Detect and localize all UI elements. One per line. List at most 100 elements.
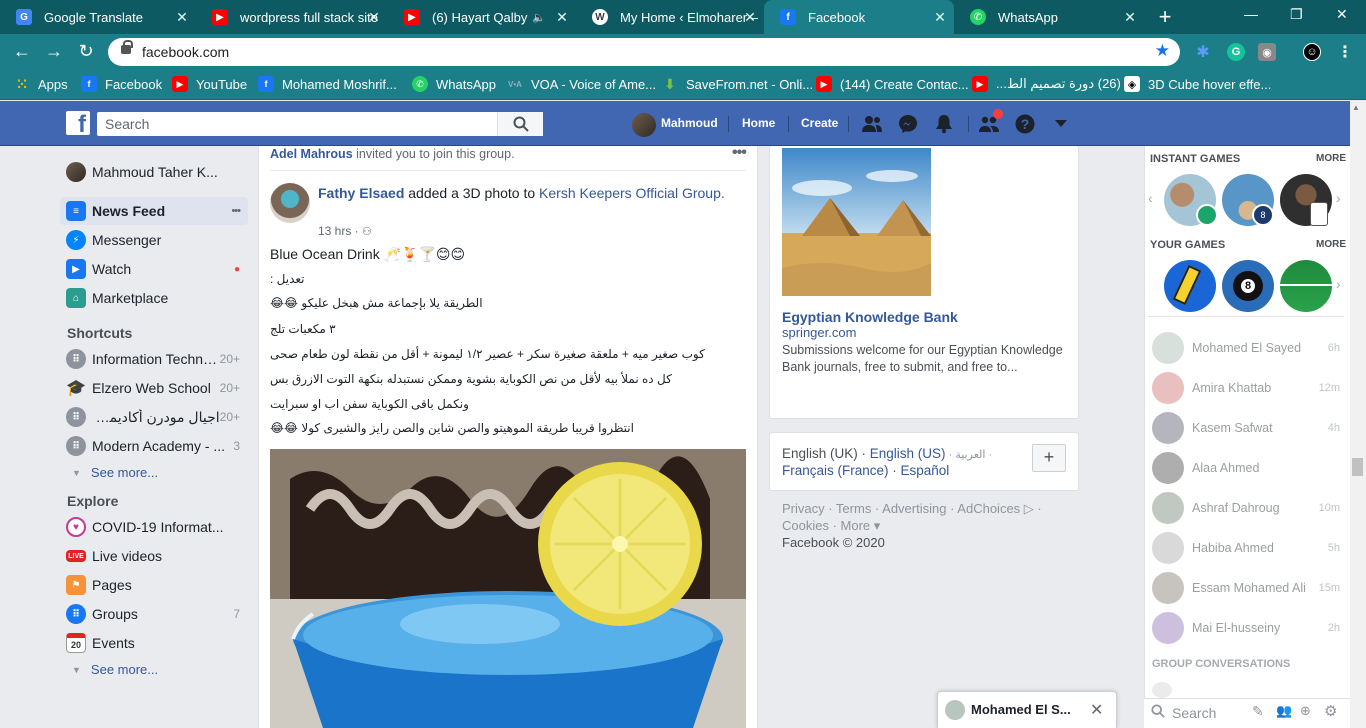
explore-pages[interactable]: ⚑ Pages [60,571,248,599]
contact-row[interactable]: Habiba Ahmed 5h [1152,530,1340,566]
footer-links-2[interactable]: Cookies · More ▾ [782,518,880,534]
scrollbar-thumb[interactable] [1352,458,1363,476]
sidebar-item-watch[interactable]: ▶ Watch ● [60,255,248,283]
bookmark-create-contact[interactable]: ▶ (144) Create Contac... [816,76,969,92]
help-icon[interactable]: ? [1014,113,1036,135]
post-options-icon[interactable]: ••• [732,144,747,162]
your-game-soccer[interactable] [1280,260,1332,312]
see-more-explore[interactable]: ▼ See more... [72,662,158,677]
speaker-icon[interactable]: 🔈 [532,11,546,24]
reload-button[interactable]: ↻ [76,41,96,62]
tab-google-translate[interactable]: G Google Translate ✕ [0,0,196,34]
see-more-shortcuts[interactable]: ▼ See more... [72,465,158,480]
tab-my-home[interactable]: W My Home ‹ Elmoharer – ✕ [576,0,764,34]
close-window-button[interactable]: ✕ [1336,6,1348,23]
close-icon[interactable]: ✕ [174,9,190,26]
bookmark-apps[interactable]: ⁙ Apps [14,76,68,92]
group-conversation-avatar[interactable] [1152,682,1172,698]
new-tab-button[interactable]: + [1154,4,1176,30]
shortcut-modern-academy[interactable]: ⠿ Modern Academy - ... 3 [60,432,248,460]
shortcut-agyal-modern-academy[interactable]: ⠿ اجيال مودرن أكاديمي - s... 20+ [60,403,248,431]
contact-row[interactable]: Essam Mohamed Ali 15m [1152,570,1340,606]
page-scrollbar[interactable] [1350,101,1366,728]
explore-events[interactable]: 20 Events [60,629,248,657]
shortcut-information-technology[interactable]: ⠿ Information Techno... 20+ [60,345,248,373]
scroll-up-arrow-icon[interactable]: ▲ [1352,103,1360,112]
tab-wordpress[interactable]: ▶ wordpress full stack site ✕ [196,0,388,34]
shortcut-elzero-web-school[interactable]: 🎓 Elzero Web School 20+ [60,374,248,402]
address-bar[interactable]: facebook.com ★ [108,38,1180,66]
add-language-button[interactable]: + [1032,444,1066,472]
facebook-logo-icon[interactable]: f [66,111,90,135]
footer-links-1[interactable]: Privacy · Terms · Advertising · AdChoice… [782,501,1042,517]
close-icon[interactable]: ✕ [1122,9,1138,26]
bookmark-savefrom[interactable]: ⬇ SaveFrom.net - Onli... [662,76,813,92]
contact-row[interactable]: Alaa Ahmed [1152,450,1340,486]
contact-row[interactable]: Mohamed El Sayed 6h [1152,330,1340,366]
minimize-button[interactable]: — [1244,6,1258,22]
account-menu-caret-icon[interactable] [1050,113,1072,135]
bookmark-star-icon[interactable]: ★ [1155,41,1170,61]
messenger-icon[interactable] [897,113,919,135]
camera-extension-icon[interactable]: ◉ [1258,43,1276,61]
back-button[interactable]: ← [12,41,32,62]
post-author-name[interactable]: Fathy Elsaed [318,185,404,201]
bookmark-mohamed-moshrif[interactable]: f Mohamed Moshrif... [258,76,397,92]
profile-link[interactable]: Mahmoud [661,116,718,130]
profile-avatar-icon[interactable]: ☺ [1303,43,1321,61]
more-options-icon[interactable]: ••• [231,205,241,217]
bookmark-facebook[interactable]: f Facebook [81,76,162,92]
ad-title[interactable]: Egyptian Knowledge Bank [782,309,958,325]
close-icon[interactable]: ✕ [554,9,570,26]
close-icon[interactable]: ✕ [366,9,382,26]
your-game-8-ball[interactable]: 8 [1222,260,1274,312]
chat-settings-gear-icon[interactable]: ⚙ [1324,702,1337,720]
lang-arabic[interactable]: · العربية · [946,449,993,461]
lang-english-us[interactable]: English (US) [870,446,946,461]
bookmark-3d-cube[interactable]: ◈ 3D Cube hover effe... [1124,76,1271,92]
explore-live-videos[interactable]: LIVE Live videos [60,542,248,570]
close-icon[interactable]: ✕ [1090,700,1103,720]
post-timestamp[interactable]: 13 hrs · ⚇ [318,224,372,238]
close-icon[interactable]: ✕ [742,9,758,26]
grammarly-icon[interactable]: G [1227,43,1245,61]
forward-button[interactable]: → [44,41,64,62]
contact-row[interactable]: Kasem Safwat 4h [1152,410,1340,446]
tab-whatsapp[interactable]: ✆ WhatsApp ✕ [954,0,1144,34]
inviter-name[interactable]: Adel Mahrous [270,147,353,161]
contact-row[interactable]: Ashraf Dahroug 10m [1152,490,1340,526]
maximize-button[interactable]: ❐ [1290,6,1303,23]
sidebar-item-messenger[interactable]: ⚡ Messenger [60,226,248,254]
create-link[interactable]: Create [801,116,838,130]
video-call-icon[interactable]: ⊕ [1300,703,1311,719]
post-3d-photo[interactable] [270,449,746,728]
chat-search-input[interactable]: Search [1172,705,1216,721]
instant-games-more[interactable]: MORE [1316,153,1346,164]
your-game-pencil[interactable] [1164,260,1216,312]
language-line-2[interactable]: Français (France) · Español [782,463,949,478]
tab-hayart-qalby[interactable]: ▶ (6) Hayart Qalby M 🔈 ✕ [388,0,576,34]
chat-popup-name[interactable]: Mohamed El S... [971,702,1071,717]
ad-domain[interactable]: springer.com [782,325,856,340]
explore-groups[interactable]: ⠿ Groups 7 [60,600,248,628]
notifications-bell-icon[interactable] [933,113,955,135]
tab-facebook[interactable]: f Facebook ✕ [764,0,954,34]
ad-image-pyramids[interactable] [782,148,931,296]
explore-covid-19[interactable]: ♥ COVID-19 Informat... [60,513,248,541]
your-games-more[interactable]: MORE [1316,239,1346,250]
bookmark-youtube[interactable]: ▶ YouTube [172,76,247,92]
lang-english-uk[interactable]: English (UK) · [782,446,870,461]
find-friends-icon[interactable] [861,113,883,135]
search-button[interactable] [497,112,543,136]
contact-row[interactable]: Amira Khattab 12m [1152,370,1340,406]
post-group-link[interactable]: Kersh Keepers Official Group. [539,185,725,201]
bookmark-voa[interactable]: V•A VOA - Voice of Ame... [507,76,656,92]
facebook-search-input[interactable]: Search [97,112,543,136]
post-author-avatar[interactable] [270,183,310,223]
sidebar-profile[interactable]: Mahmoud Taher K... [60,158,248,186]
contact-row[interactable]: Mai El-husseiny 2h [1152,610,1340,646]
home-link[interactable]: Home [742,116,775,130]
sidebar-item-marketplace[interactable]: ⌂ Marketplace [60,284,248,312]
browser-menu-icon[interactable]: ⋮ [1336,43,1354,61]
close-icon[interactable]: ✕ [932,9,948,26]
